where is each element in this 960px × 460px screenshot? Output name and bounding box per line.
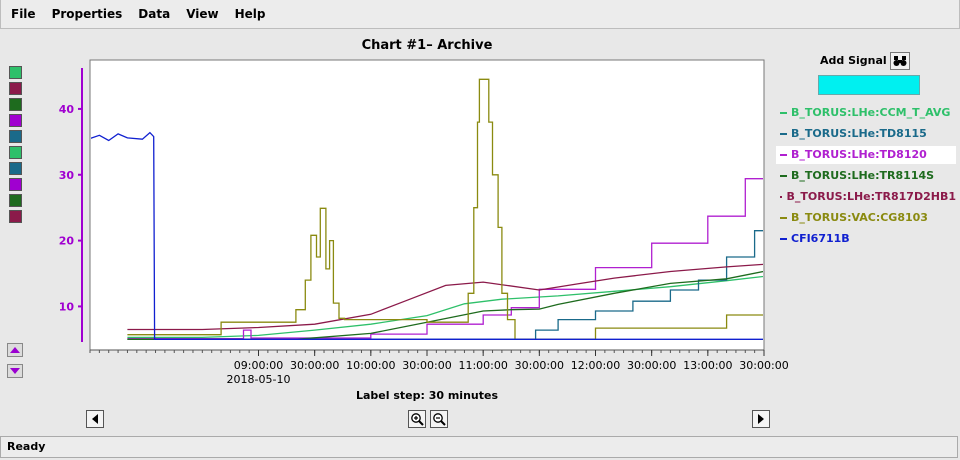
triangle-left-icon [92,414,98,424]
legend-label: B_TORUS:LHe:CCM_T_AVG [791,106,951,119]
legend-item[interactable]: B_TORUS:LHe:CCM_T_AVG [776,104,956,122]
x-tick-label: 12:00:00 [571,359,620,372]
binoculars-icon [893,56,907,66]
x-tick-label: 30:00:00 [627,359,676,372]
add-signal-input[interactable] [818,75,920,95]
status-bar: Ready [0,436,958,458]
legend-label: B_TORUS:LHe:TD8120 [791,148,927,161]
add-signal-label: Add Signal [820,54,887,67]
x-tick-label: 11:00:00 [458,359,507,372]
search-signal-button[interactable] [890,52,910,70]
legend-label: CFI6711B [791,232,850,245]
y-tick-label: 40 [59,103,75,116]
zoom-out-button[interactable] [430,410,448,428]
legend-line-icon [780,196,783,198]
x-tick-label: 09:00:00 [234,359,283,372]
y-tick-label: 30 [59,169,75,182]
zoom-in-button[interactable] [408,410,426,428]
legend-label: B_TORUS:LHe:TR8114S [791,169,935,182]
x-date-label: 2018-05-10 [227,373,291,386]
legend-label: B_TORUS:LHe:TR817D2HB1 [786,190,956,203]
legend-line-icon [780,133,787,135]
zoom-out-icon [433,413,446,426]
legend-line-icon [780,154,787,156]
x-tick-label: 30:00:00 [402,359,451,372]
label-step: Label step: 30 minutes [355,389,499,402]
x-tick-label: 30:00:00 [515,359,564,372]
pan-right-button[interactable] [752,410,770,428]
legend-item[interactable]: B_TORUS:LHe:TR817D2HB1 [776,188,956,206]
y-tick-label: 10 [59,300,75,313]
signal-legend: B_TORUS:LHe:CCM_T_AVG B_TORUS:LHe:TD8115 B… [776,104,956,251]
x-tick-label: 10:00:00 [346,359,395,372]
legend-line-icon [780,112,787,114]
y-tick-label: 20 [59,235,75,248]
x-tick-label: 13:00:00 [683,359,732,372]
legend-item[interactable]: B_TORUS:LHe:TD8120 [776,146,956,164]
chart-canvas[interactable]: 1020304009:00:002018-05-1030:00:00 10:00:… [0,0,790,390]
x-tick-label: 30:00:00 [290,359,339,372]
triangle-right-icon [758,414,764,424]
pan-left-button[interactable] [86,410,104,428]
legend-label: B_TORUS:LHe:TD8115 [791,127,927,140]
legend-item[interactable]: B_TORUS:VAC:CG8103 [776,209,956,227]
zoom-in-icon [411,413,424,426]
plot-area[interactable] [89,59,765,351]
legend-line-icon [780,238,787,240]
legend-item[interactable]: CFI6711B [776,230,956,248]
legend-item[interactable]: B_TORUS:LHe:TD8115 [776,125,956,143]
legend-item[interactable]: B_TORUS:LHe:TR8114S [776,167,956,185]
x-tick-label: 30:00:00 [739,359,788,372]
legend-label: B_TORUS:VAC:CG8103 [791,211,928,224]
legend-line-icon [780,175,787,177]
legend-line-icon [780,217,787,219]
